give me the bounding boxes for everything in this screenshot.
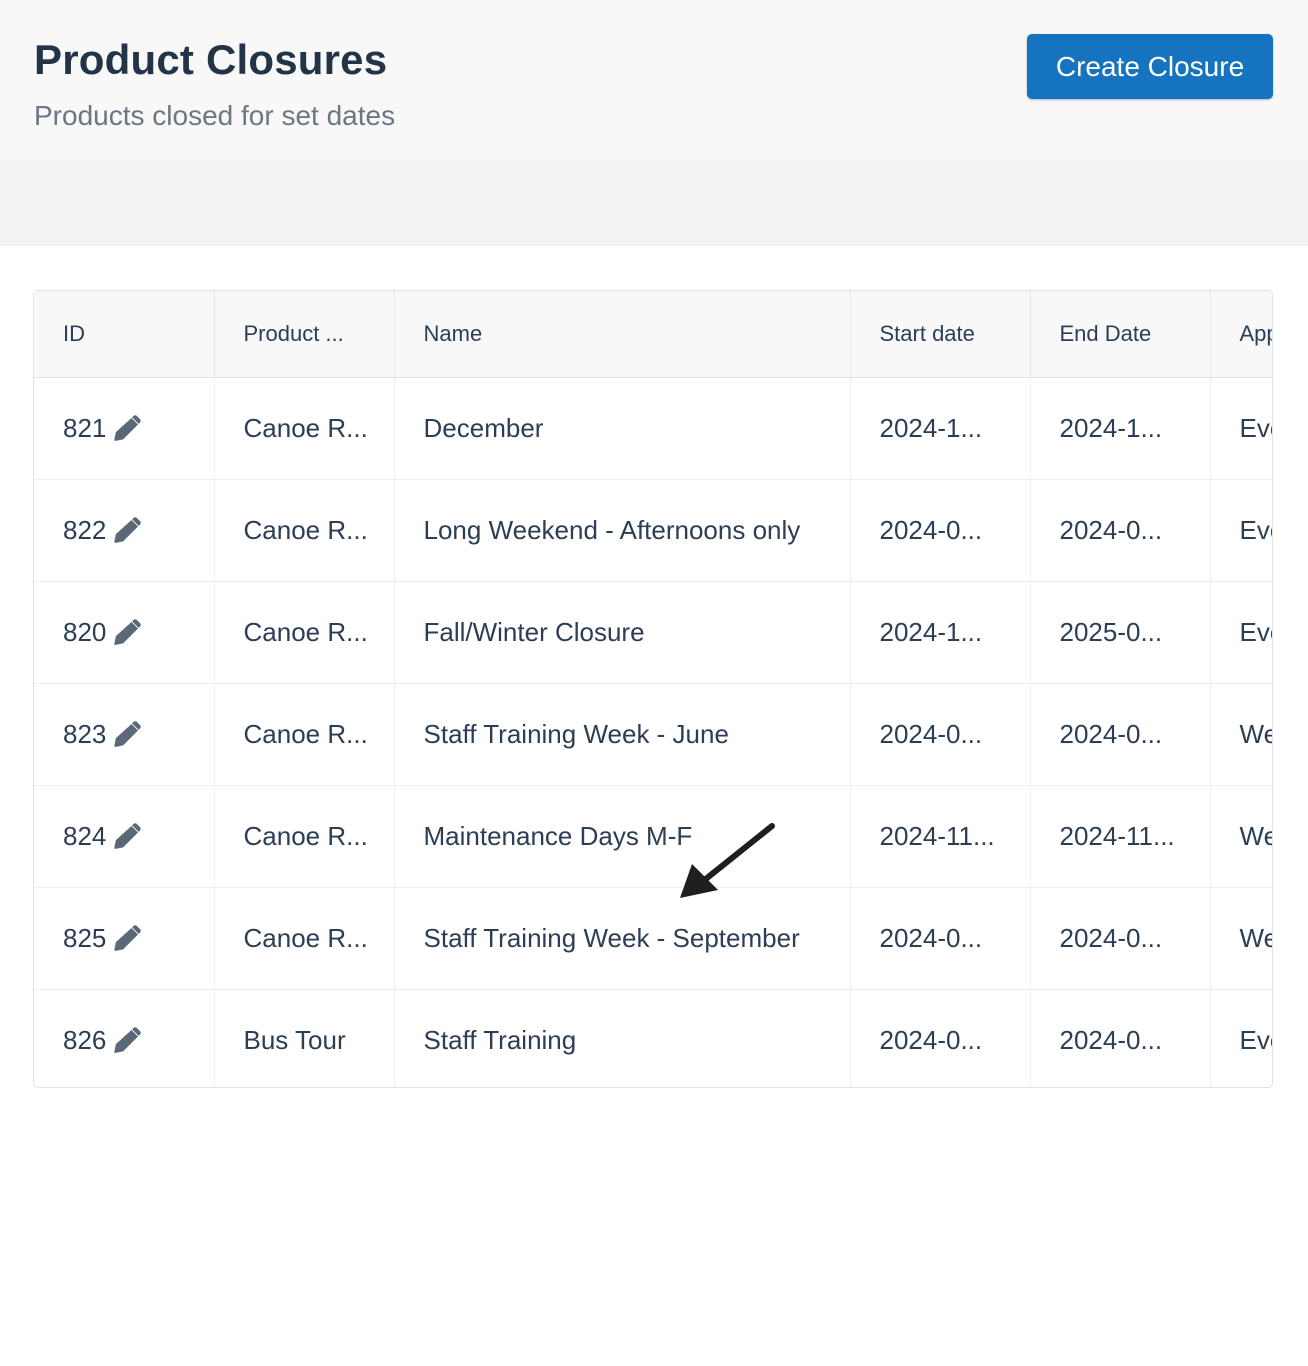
pencil-icon[interactable] — [112, 822, 142, 852]
cell-id: 821 — [34, 377, 215, 480]
cell-name: December — [394, 377, 851, 480]
cell-end-date: 2024-0... — [1030, 989, 1211, 1087]
create-closure-button[interactable]: Create Closure — [1027, 34, 1273, 99]
column-header-product[interactable]: Product ... — [214, 291, 395, 378]
pencil-icon[interactable] — [112, 924, 142, 954]
column-header-start-date[interactable]: Start date — [850, 291, 1031, 378]
cell-applies: We — [1210, 785, 1272, 888]
table-header-row: ID Product ... Name Start date End Date … — [34, 291, 1272, 378]
pencil-icon[interactable] — [112, 414, 142, 444]
id-value: 822 — [63, 515, 107, 545]
cell-start-date: 2024-1... — [850, 377, 1031, 480]
cell-id: 825 — [34, 887, 215, 990]
cell-product: Canoe R... — [214, 887, 395, 990]
cell-id: 824 — [34, 785, 215, 888]
page-title: Product Closures — [34, 36, 388, 83]
page-header: Product Closures Products closed for set… — [0, 0, 1308, 160]
cell-start-date: 2024-0... — [850, 683, 1031, 786]
cell-applies: Eve — [1210, 581, 1272, 684]
id-value: 820 — [63, 617, 107, 647]
column-header-name[interactable]: Name — [394, 291, 851, 378]
table-row[interactable]: 826 Bus Tour Staff Training 2024-0... 2024-0… — [34, 989, 1272, 1087]
cell-start-date: 2024-0... — [850, 887, 1031, 990]
cell-end-date: 2024-1... — [1030, 377, 1211, 480]
table-body: 821 Canoe R... December 2024-1... 2024-1... E… — [34, 377, 1272, 1087]
cell-id: 826 — [34, 989, 215, 1087]
id-value: 826 — [63, 1025, 107, 1055]
cell-name: Fall/Winter Closure — [394, 581, 851, 684]
pencil-icon[interactable] — [112, 720, 142, 750]
pencil-icon[interactable] — [112, 618, 142, 648]
cell-product: Canoe R... — [214, 683, 395, 786]
cell-id: 820 — [34, 581, 215, 684]
cell-end-date: 2024-11... — [1030, 785, 1211, 888]
table-row[interactable]: 824 Canoe R... Maintenance Days M-F 2024-11… — [34, 785, 1272, 888]
cell-applies: Eve — [1210, 989, 1272, 1087]
cell-product: Canoe R... — [214, 479, 395, 582]
table-row[interactable]: 825 Canoe R... Staff Training Week - Septe… — [34, 887, 1272, 990]
cell-id: 822 — [34, 479, 215, 582]
column-header-applies[interactable]: App — [1210, 291, 1272, 378]
cell-end-date: 2024-0... — [1030, 683, 1211, 786]
cell-name: Maintenance Days M-F — [394, 785, 851, 888]
id-value: 825 — [63, 923, 107, 953]
cell-end-date: 2024-0... — [1030, 479, 1211, 582]
closures-table: ID Product ... Name Start date End Date … — [33, 290, 1273, 1088]
cell-start-date: 2024-11... — [850, 785, 1031, 888]
cell-name: Staff Training — [394, 989, 851, 1087]
table-row[interactable]: 821 Canoe R... December 2024-1... 2024-1... E… — [34, 377, 1272, 480]
cell-id: 823 — [34, 683, 215, 786]
id-value: 824 — [63, 821, 107, 851]
cell-product: Canoe R... — [214, 377, 395, 480]
cell-end-date: 2024-0... — [1030, 887, 1211, 990]
filter-band — [0, 160, 1308, 246]
cell-name: Long Weekend - Afternoons only — [394, 479, 851, 582]
pencil-icon[interactable] — [112, 1026, 142, 1056]
cell-product: Canoe R... — [214, 785, 395, 888]
table-row[interactable]: 822 Canoe R... Long Weekend - Afternoons o… — [34, 479, 1272, 582]
cell-product: Bus Tour — [214, 989, 395, 1087]
cell-applies: Eve — [1210, 479, 1272, 582]
cell-end-date: 2025-0... — [1030, 581, 1211, 684]
cell-product: Canoe R... — [214, 581, 395, 684]
id-value: 821 — [63, 413, 107, 443]
column-header-id[interactable]: ID — [34, 291, 215, 378]
cell-applies: Eve — [1210, 377, 1272, 480]
cell-name: Staff Training Week - June — [394, 683, 851, 786]
page-subtitle: Products closed for set dates — [34, 100, 396, 131]
table-row[interactable]: 820 Canoe R... Fall/Winter Closure 2024-1..… — [34, 581, 1272, 684]
cell-applies: We — [1210, 683, 1272, 786]
cell-start-date: 2024-1... — [850, 581, 1031, 684]
column-header-end-date[interactable]: End Date — [1030, 291, 1211, 378]
pencil-icon[interactable] — [112, 516, 142, 546]
table-row[interactable]: 823 Canoe R... Staff Training Week - June 2… — [34, 683, 1272, 786]
cell-name: Staff Training Week - September — [394, 887, 851, 990]
cell-applies: We — [1210, 887, 1272, 990]
cell-start-date: 2024-0... — [850, 989, 1031, 1087]
cell-start-date: 2024-0... — [850, 479, 1031, 582]
id-value: 823 — [63, 719, 107, 749]
